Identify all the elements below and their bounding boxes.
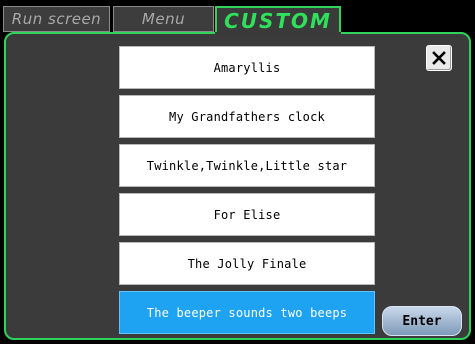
close-button[interactable]: [426, 45, 452, 71]
enter-button[interactable]: Enter: [382, 306, 462, 336]
tab-custom[interactable]: CUSTOM: [215, 6, 341, 34]
tab-menu[interactable]: Menu: [113, 6, 214, 32]
tab-join: [215, 32, 341, 35]
song-button-amaryllis[interactable]: Amaryllis: [119, 46, 375, 89]
song-button-two-beeps[interactable]: The beeper sounds two beeps: [119, 291, 375, 334]
close-icon: [432, 51, 446, 65]
song-button-grandfathers-clock[interactable]: My Grandfathers clock: [119, 95, 375, 138]
song-button-jolly-finale[interactable]: The Jolly Finale: [119, 242, 375, 285]
song-button-twinkle[interactable]: Twinkle,Twinkle,Little star: [119, 144, 375, 187]
song-button-for-elise[interactable]: For Elise: [119, 193, 375, 236]
tab-run-screen[interactable]: Run screen: [3, 6, 110, 32]
device-screen: Run screen Menu CUSTOM Amaryllis My Gran…: [0, 0, 475, 344]
